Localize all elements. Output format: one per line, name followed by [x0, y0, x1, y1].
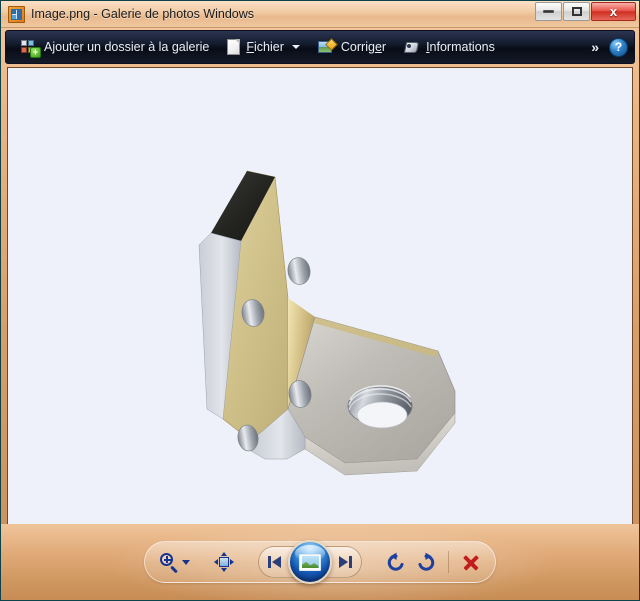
image-viewport[interactable]	[7, 67, 633, 554]
fit-to-window-button[interactable]	[214, 552, 234, 572]
bracket-hole-3	[286, 255, 312, 285]
bottom-control-bar	[1, 524, 639, 600]
control-separator	[448, 551, 449, 573]
toolbar-item-fichier[interactable]: Fichier	[218, 34, 309, 60]
zoom-button[interactable]	[159, 552, 190, 572]
minimize-icon	[543, 10, 554, 13]
image-canvas	[8, 68, 632, 553]
previous-icon	[268, 556, 286, 568]
add-folder-gallery-icon: +	[21, 40, 38, 55]
rotate-clockwise-icon	[416, 552, 436, 572]
title-bar: Image.png - Galerie de photos Windows x	[1, 1, 639, 28]
toolbar-item-add-folder[interactable]: + Ajouter un dossier à la galerie	[12, 34, 218, 60]
help-button[interactable]: ?	[609, 38, 628, 57]
toolbar-item-corriger[interactable]: Corriger	[309, 34, 395, 60]
rotate-counterclockwise-icon	[386, 552, 406, 572]
toolbar-item-add-folder-label: Ajouter un dossier à la galerie	[44, 40, 209, 54]
maximize-button[interactable]	[563, 2, 590, 21]
close-button[interactable]: x	[591, 2, 636, 21]
close-icon: x	[610, 5, 617, 18]
navigation-group	[258, 546, 362, 578]
file-icon	[227, 39, 240, 55]
delete-x-icon	[461, 552, 481, 572]
toolbar-item-fichier-label: Fichier	[246, 40, 284, 54]
play-slideshow-button[interactable]	[288, 540, 332, 584]
magnifier-plus-icon	[159, 552, 179, 572]
control-pill	[144, 541, 496, 583]
photo-gallery-icon	[8, 6, 25, 23]
window-controls: x	[535, 2, 636, 21]
fit-to-window-icon	[214, 552, 234, 572]
rotate-right-button[interactable]	[416, 552, 436, 572]
next-icon	[334, 556, 352, 568]
toolbar-overflow-button[interactable]: »	[583, 39, 605, 55]
fix-picture-icon	[318, 40, 335, 55]
chevron-down-icon	[292, 45, 300, 49]
delete-button[interactable]	[461, 552, 481, 572]
slideshow-icon	[299, 554, 321, 571]
tag-info-icon	[404, 40, 420, 55]
minimize-button[interactable]	[535, 2, 562, 21]
photo-gallery-window: Image.png - Galerie de photos Windows x …	[0, 0, 640, 601]
main-toolbar: + Ajouter un dossier à la galerie Fichie…	[5, 30, 635, 64]
rotate-left-button[interactable]	[386, 552, 406, 572]
bracket-3d-render	[155, 141, 485, 481]
toolbar-item-corriger-label: Corriger	[341, 40, 386, 54]
window-title: Image.png - Galerie de photos Windows	[31, 7, 254, 21]
toolbar-item-informations-label: Informations	[426, 40, 495, 54]
toolbar-item-informations[interactable]: Informations	[395, 34, 504, 60]
chevron-down-icon	[182, 560, 190, 565]
maximize-icon	[572, 7, 582, 16]
